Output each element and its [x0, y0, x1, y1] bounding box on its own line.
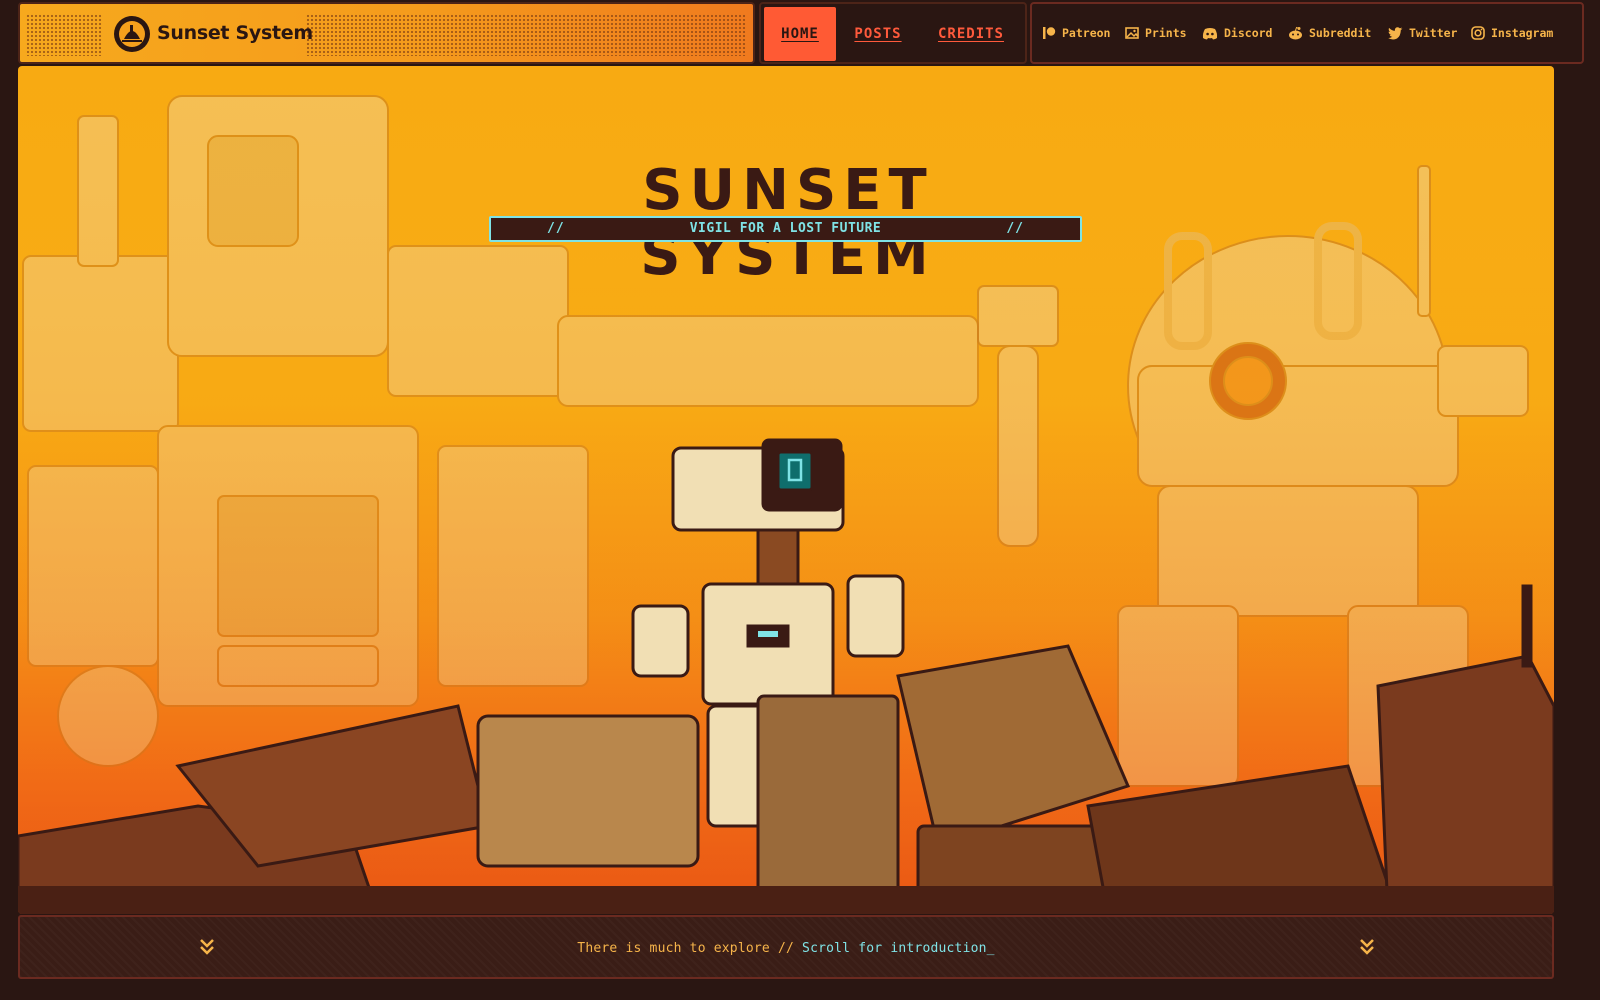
- hero-tagline-box: // VIGIL FOR A LOST FUTURE //: [489, 216, 1082, 242]
- instagram-icon: [1471, 26, 1485, 40]
- nav-credits[interactable]: CREDITS: [919, 7, 1023, 61]
- nav-home[interactable]: HOME: [764, 7, 836, 61]
- social-link-patreon[interactable]: Patreon: [1042, 26, 1110, 40]
- discord-icon: [1202, 27, 1218, 39]
- top-bar: Sunset System HOME POSTS CREDITS Patreon…: [18, 2, 1584, 66]
- hero-tagline: VIGIL FOR A LOST FUTURE: [689, 221, 882, 236]
- social-link-twitter[interactable]: Twitter: [1388, 26, 1457, 40]
- brand-name[interactable]: Sunset System: [157, 22, 313, 44]
- image-icon: [1125, 27, 1139, 39]
- social-label: Subreddit: [1309, 26, 1372, 40]
- nav-credits-label: CREDITS: [937, 26, 1004, 42]
- scroll-prompt-text[interactable]: There is much to explore // Scroll for i…: [20, 941, 1552, 956]
- nav-home-label: HOME: [781, 26, 819, 42]
- social-link-instagram[interactable]: Instagram: [1471, 26, 1553, 40]
- hero-section: SUNSET SYSTEM // VIGIL FOR A LOST FUTURE…: [18, 66, 1554, 914]
- scroll-link[interactable]: Scroll for introduction_: [802, 941, 995, 956]
- explore-label: There is much to explore //: [577, 941, 803, 956]
- social-links: Patreon Prints Discord Subreddit Twitter…: [1030, 2, 1584, 64]
- social-link-discord[interactable]: Discord: [1202, 26, 1272, 40]
- nav-posts[interactable]: POSTS: [839, 7, 917, 61]
- main-nav: HOME POSTS CREDITS: [759, 2, 1027, 64]
- page: Sunset System HOME POSTS CREDITS Patreon…: [0, 0, 1600, 1000]
- sunset-logo-icon[interactable]: [114, 16, 150, 52]
- twitter-icon: [1388, 26, 1403, 39]
- nav-posts-label: POSTS: [854, 26, 902, 42]
- dot-pattern: [306, 14, 746, 56]
- social-label: Prints: [1145, 26, 1187, 40]
- social-label: Patreon: [1062, 26, 1111, 40]
- social-link-subreddit[interactable]: Subreddit: [1288, 26, 1371, 40]
- scroll-prompt-bar[interactable]: There is much to explore // Scroll for i…: [18, 915, 1554, 979]
- double-chevron-down-icon[interactable]: [1358, 937, 1376, 957]
- reddit-icon: [1289, 26, 1302, 40]
- social-label: Instagram: [1491, 26, 1554, 40]
- tagline-slashes: //: [1006, 221, 1024, 236]
- brand-bar[interactable]: Sunset System: [18, 2, 755, 64]
- social-link-prints[interactable]: Prints: [1125, 26, 1187, 40]
- social-label: Twitter: [1409, 26, 1458, 40]
- dot-pattern: [26, 14, 102, 56]
- social-label: Discord: [1224, 26, 1273, 40]
- patreon-icon: [1043, 27, 1056, 39]
